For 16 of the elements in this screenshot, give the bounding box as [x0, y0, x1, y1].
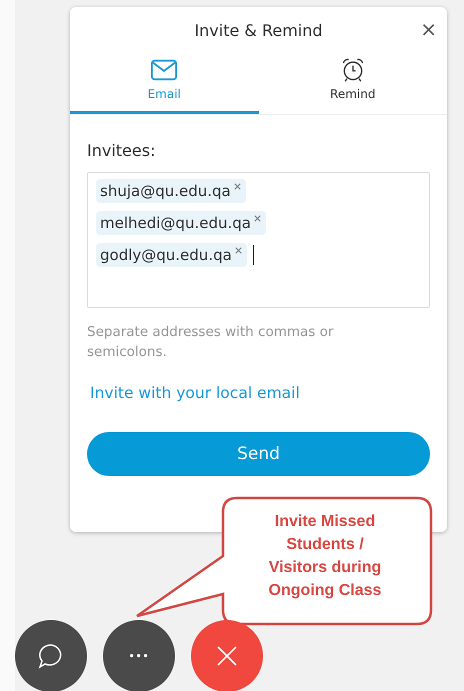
invitees-field[interactable]: shuja@qu.edu.qa melhedi@qu.edu.qa godly@qu.edu.qa	[87, 172, 430, 308]
callout-text: Invite Missed Students / Visitors during Ongoing Class	[268, 512, 382, 601]
remove-icon[interactable]	[232, 182, 242, 191]
close-button[interactable]: ×	[416, 17, 441, 41]
remove-icon[interactable]	[252, 214, 262, 223]
email-chip: melhedi@qu.edu.qa	[96, 211, 266, 235]
dialog-title: Invite & Remind	[194, 21, 323, 42]
hint-text: Separate addresses with commas or semicolons.	[87, 323, 334, 362]
envelope-icon	[150, 57, 178, 83]
email-chip: godly@qu.edu.qa	[96, 243, 247, 267]
invitees-label: Invitees:	[87, 141, 156, 160]
remove-icon[interactable]	[234, 246, 243, 255]
more-icon	[130, 654, 148, 658]
text-cursor	[252, 245, 254, 265]
email-chip: shuja@qu.edu.qa	[96, 179, 246, 203]
tab[interactable]: Remind	[258, 51, 447, 114]
